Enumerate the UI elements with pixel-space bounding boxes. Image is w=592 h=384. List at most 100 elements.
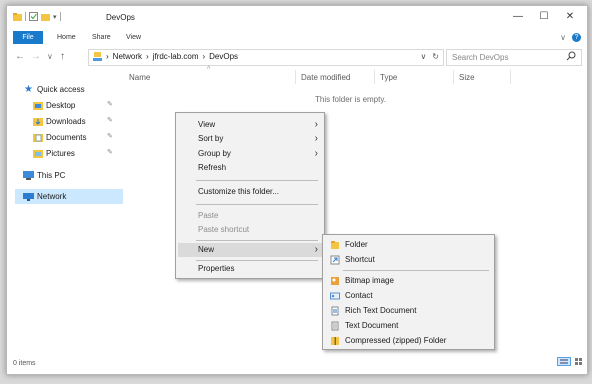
help-icon[interactable]: ? — [572, 33, 581, 42]
menu-item-group-by[interactable]: Group by › — [178, 147, 322, 161]
customize-qat-icon[interactable]: ▾ — [53, 13, 57, 21]
network-icon — [93, 52, 102, 61]
column-header-type[interactable]: Type — [380, 73, 397, 82]
sidebar-item-label: Downloads — [46, 117, 86, 126]
menu-separator — [196, 180, 318, 181]
column-divider[interactable] — [295, 70, 296, 84]
menu-item-properties[interactable]: Properties — [178, 262, 322, 276]
large-icons-view-icon[interactable] — [574, 357, 583, 366]
menu-item-view[interactable]: View › — [178, 118, 322, 132]
sidebar-item-network[interactable]: Network — [15, 189, 123, 204]
search-box[interactable]: Search DevOps — [446, 49, 582, 66]
sidebar-item-documents[interactable]: Documents ✎ — [32, 130, 122, 145]
breadcrumb-separator-icon: › — [146, 52, 149, 61]
ribbon-controls: ∨ ? — [560, 33, 581, 42]
menu-item-label: Compressed (zipped) Folder — [345, 336, 447, 345]
new-item-zip-folder[interactable]: Compressed (zipped) Folder — [325, 334, 492, 348]
sidebar-item-desktop[interactable]: Desktop ✎ — [32, 98, 122, 113]
menu-item-label: Paste — [198, 211, 219, 220]
new-item-folder[interactable]: Folder — [325, 238, 492, 252]
column-header-date-modified[interactable]: Date modified — [301, 73, 350, 82]
new-item-rich-text[interactable]: Rich Text Document — [325, 304, 492, 318]
maximize-button[interactable]: ☐ — [533, 10, 555, 24]
star-icon: ★ — [24, 84, 33, 95]
breadcrumb-network[interactable]: Network — [113, 52, 142, 61]
menu-item-new[interactable]: New › — [178, 243, 322, 257]
desktop-folder-icon — [32, 101, 43, 111]
minimize-button[interactable]: — — [507, 10, 529, 24]
sidebar-item-label: Pictures — [46, 149, 75, 158]
submenu-arrow-icon: › — [314, 119, 318, 130]
menu-item-label: New — [198, 245, 215, 254]
breadcrumb: › Network › jfrdc-lab.com › DevOps — [93, 52, 238, 61]
pin-icon[interactable]: ✎ — [107, 148, 113, 156]
breadcrumb-separator-icon: › — [106, 52, 109, 61]
new-item-bitmap[interactable]: Bitmap image — [325, 274, 492, 288]
menu-item-label: Group by — [198, 149, 231, 158]
tab-file[interactable]: File — [13, 31, 43, 44]
address-dropdown-icon[interactable]: ∨ — [420, 52, 426, 61]
toolbar-divider — [25, 12, 26, 21]
expand-ribbon-icon[interactable]: ∨ — [560, 33, 566, 42]
sidebar-item-this-pc[interactable]: This PC — [23, 168, 131, 183]
sidebar-item-label: This PC — [37, 171, 66, 180]
menu-item-customize-folder[interactable]: Customize this folder... — [178, 185, 322, 199]
breadcrumb-separator-icon: › — [202, 52, 206, 61]
breadcrumb-domain[interactable]: jfrdc-lab.com — [153, 52, 199, 61]
menu-item-label: Sort by — [198, 134, 224, 143]
menu-item-label: Contact — [345, 291, 373, 300]
details-view-icon[interactable] — [557, 357, 571, 366]
tab-share[interactable]: Share — [92, 34, 111, 41]
column-header-name[interactable]: Name — [129, 73, 150, 82]
zip-folder-icon — [331, 337, 339, 345]
submenu-arrow-icon: › — [314, 148, 318, 159]
sidebar-item-quick-access[interactable]: ★ Quick access — [23, 82, 131, 97]
sidebar-item-pictures[interactable]: Pictures ✎ — [32, 146, 122, 161]
navigation-pane: ★ Quick access Desktop ✎ Downloads ✎ Doc… — [7, 70, 123, 350]
menu-item-refresh[interactable]: Refresh — [178, 161, 322, 175]
new-item-shortcut[interactable]: Shortcut — [325, 253, 492, 267]
column-divider[interactable] — [374, 70, 375, 84]
search-input[interactable]: Search DevOps — [452, 53, 508, 62]
properties-check-icon[interactable] — [29, 12, 38, 21]
recent-locations-icon[interactable]: ∨ — [47, 52, 53, 61]
pin-icon[interactable]: ✎ — [107, 132, 113, 140]
ribbon-tabs: File Home Share View ∨ ? — [7, 28, 587, 46]
menu-item-label: Refresh — [198, 163, 227, 172]
column-header-size[interactable]: Size — [459, 73, 475, 82]
new-item-text-document[interactable]: Text Document — [325, 319, 492, 333]
menu-separator — [343, 270, 489, 271]
close-button[interactable]: ✕ — [559, 10, 581, 24]
search-icon[interactable] — [566, 51, 576, 61]
menu-item-label: Folder — [345, 240, 368, 249]
sidebar-item-downloads[interactable]: Downloads ✎ — [32, 114, 122, 129]
menu-item-label: Rich Text Document — [345, 306, 417, 315]
menu-item-label: Shortcut — [345, 255, 375, 264]
pin-icon[interactable]: ✎ — [107, 116, 113, 124]
tab-view[interactable]: View — [126, 34, 141, 41]
forward-icon[interactable]: → — [31, 51, 41, 62]
empty-folder-message: This folder is empty. — [315, 95, 386, 104]
address-bar[interactable]: › Network › jfrdc-lab.com › DevOps ∨ ↻ — [88, 49, 444, 66]
breadcrumb-devops[interactable]: DevOps — [209, 52, 238, 61]
toolbar-divider — [59, 12, 61, 21]
downloads-folder-icon — [32, 117, 43, 127]
address-controls: ∨ ↻ — [420, 52, 439, 61]
tab-home[interactable]: Home — [57, 34, 76, 41]
menu-item-sort-by[interactable]: Sort by › — [178, 132, 322, 146]
new-folder-icon[interactable] — [41, 12, 50, 21]
column-divider[interactable] — [453, 70, 454, 84]
documents-folder-icon — [32, 133, 43, 143]
bitmap-icon — [331, 277, 339, 285]
folder-icon — [331, 241, 339, 249]
back-icon[interactable]: ← — [15, 51, 25, 62]
quick-access-toolbar: ▾ — [13, 12, 61, 21]
pin-icon[interactable]: ✎ — [107, 100, 113, 108]
up-icon[interactable]: ↑ — [60, 51, 65, 62]
network-icon — [23, 192, 34, 202]
contact-icon — [330, 292, 340, 300]
column-divider[interactable] — [510, 70, 511, 84]
sidebar-item-label: Network — [37, 192, 67, 201]
refresh-icon[interactable]: ↻ — [432, 52, 439, 61]
new-item-contact[interactable]: Contact — [325, 289, 492, 303]
